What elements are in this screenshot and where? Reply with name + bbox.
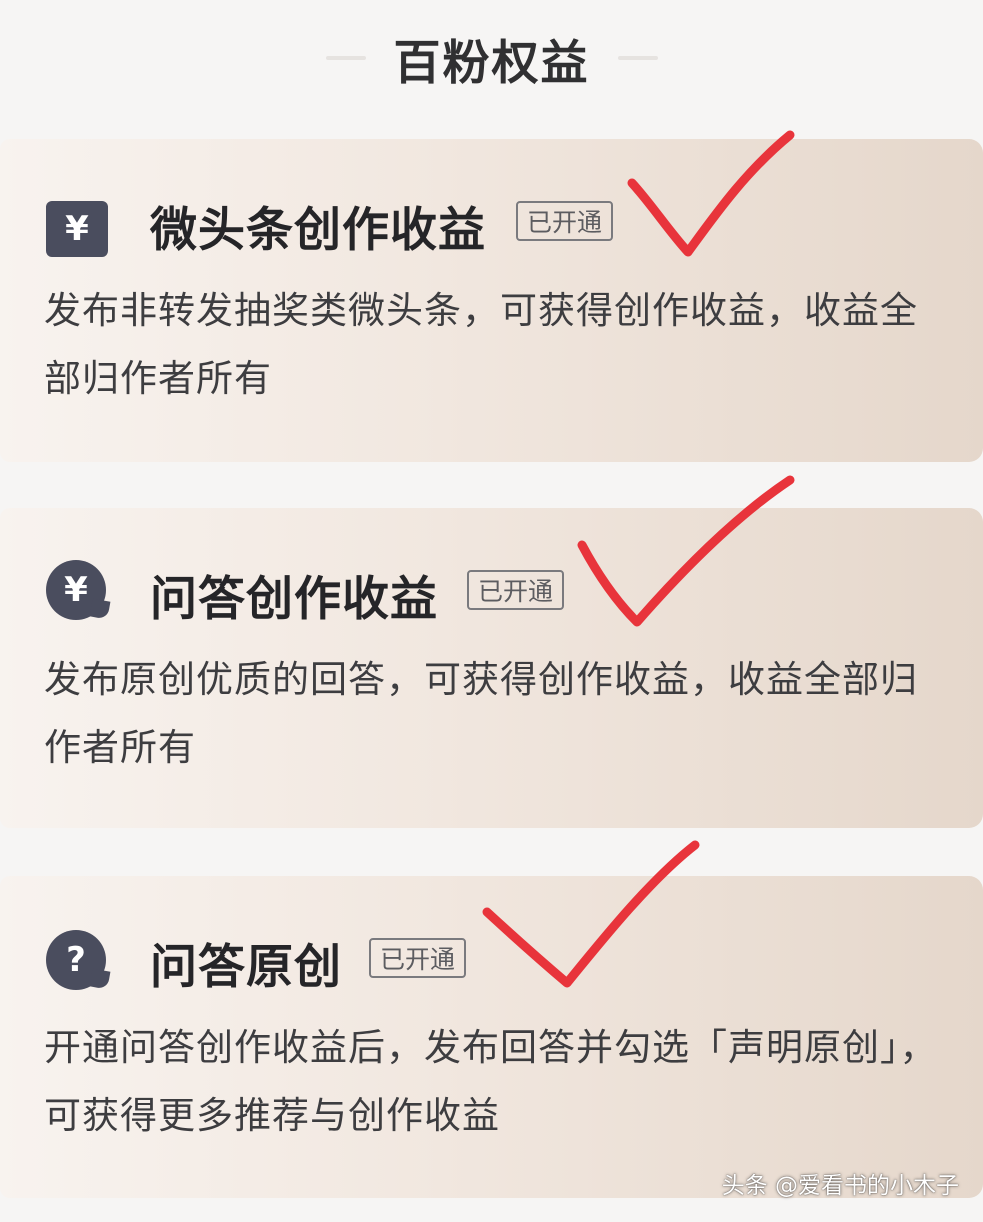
header-left-divider [325,56,366,60]
status-badge: 已开通 [467,570,565,610]
status-badge: 已开通 [369,938,467,978]
card-description: 发布原创优质的回答，可获得创作收益，收益全部归作者所有 [44,658,918,769]
icon-glyph: ¥ [64,570,88,610]
header-right-divider [617,56,658,60]
icon-glyph: ? [66,940,86,980]
benefit-card-qa-original[interactable]: ? 问答原创 已开通 开通问答创作收益后，发布回答并勾选「声明原创」，可获得更多… [0,876,983,1198]
page-title: 百粉权益 [393,35,590,91]
card-description: 开通问答创作收益后，发布回答并勾选「声明原创」，可获得更多推荐与创作收益 [44,1026,938,1137]
card-title: 问答原创 [150,940,342,995]
yuan-square-icon: ¥ [46,201,108,257]
yuan-chat-bubble-icon: ¥ [46,560,106,620]
question-chat-bubble-icon: ? [46,930,106,990]
card-title: 微头条创作收益 [150,203,486,258]
watermark-text: 头条 @爱看书的小木子 [721,1173,959,1199]
benefit-card-qa-earnings[interactable]: ¥ 问答创作收益 已开通 发布原创优质的回答，可获得创作收益，收益全部归作者所有 [0,508,983,828]
card-description: 发布非转发抽奖类微头条，可获得创作收益，收益全部归作者所有 [44,289,918,400]
section-header: 百粉权益 [0,18,983,98]
status-badge: 已开通 [516,201,614,241]
benefit-card-micro-post-earnings[interactable]: ¥ 微头条创作收益 已开通 发布非转发抽奖类微头条，可获得创作收益，收益全部归作… [0,139,983,462]
icon-glyph: ¥ [65,209,89,249]
card-title: 问答创作收益 [150,572,438,627]
